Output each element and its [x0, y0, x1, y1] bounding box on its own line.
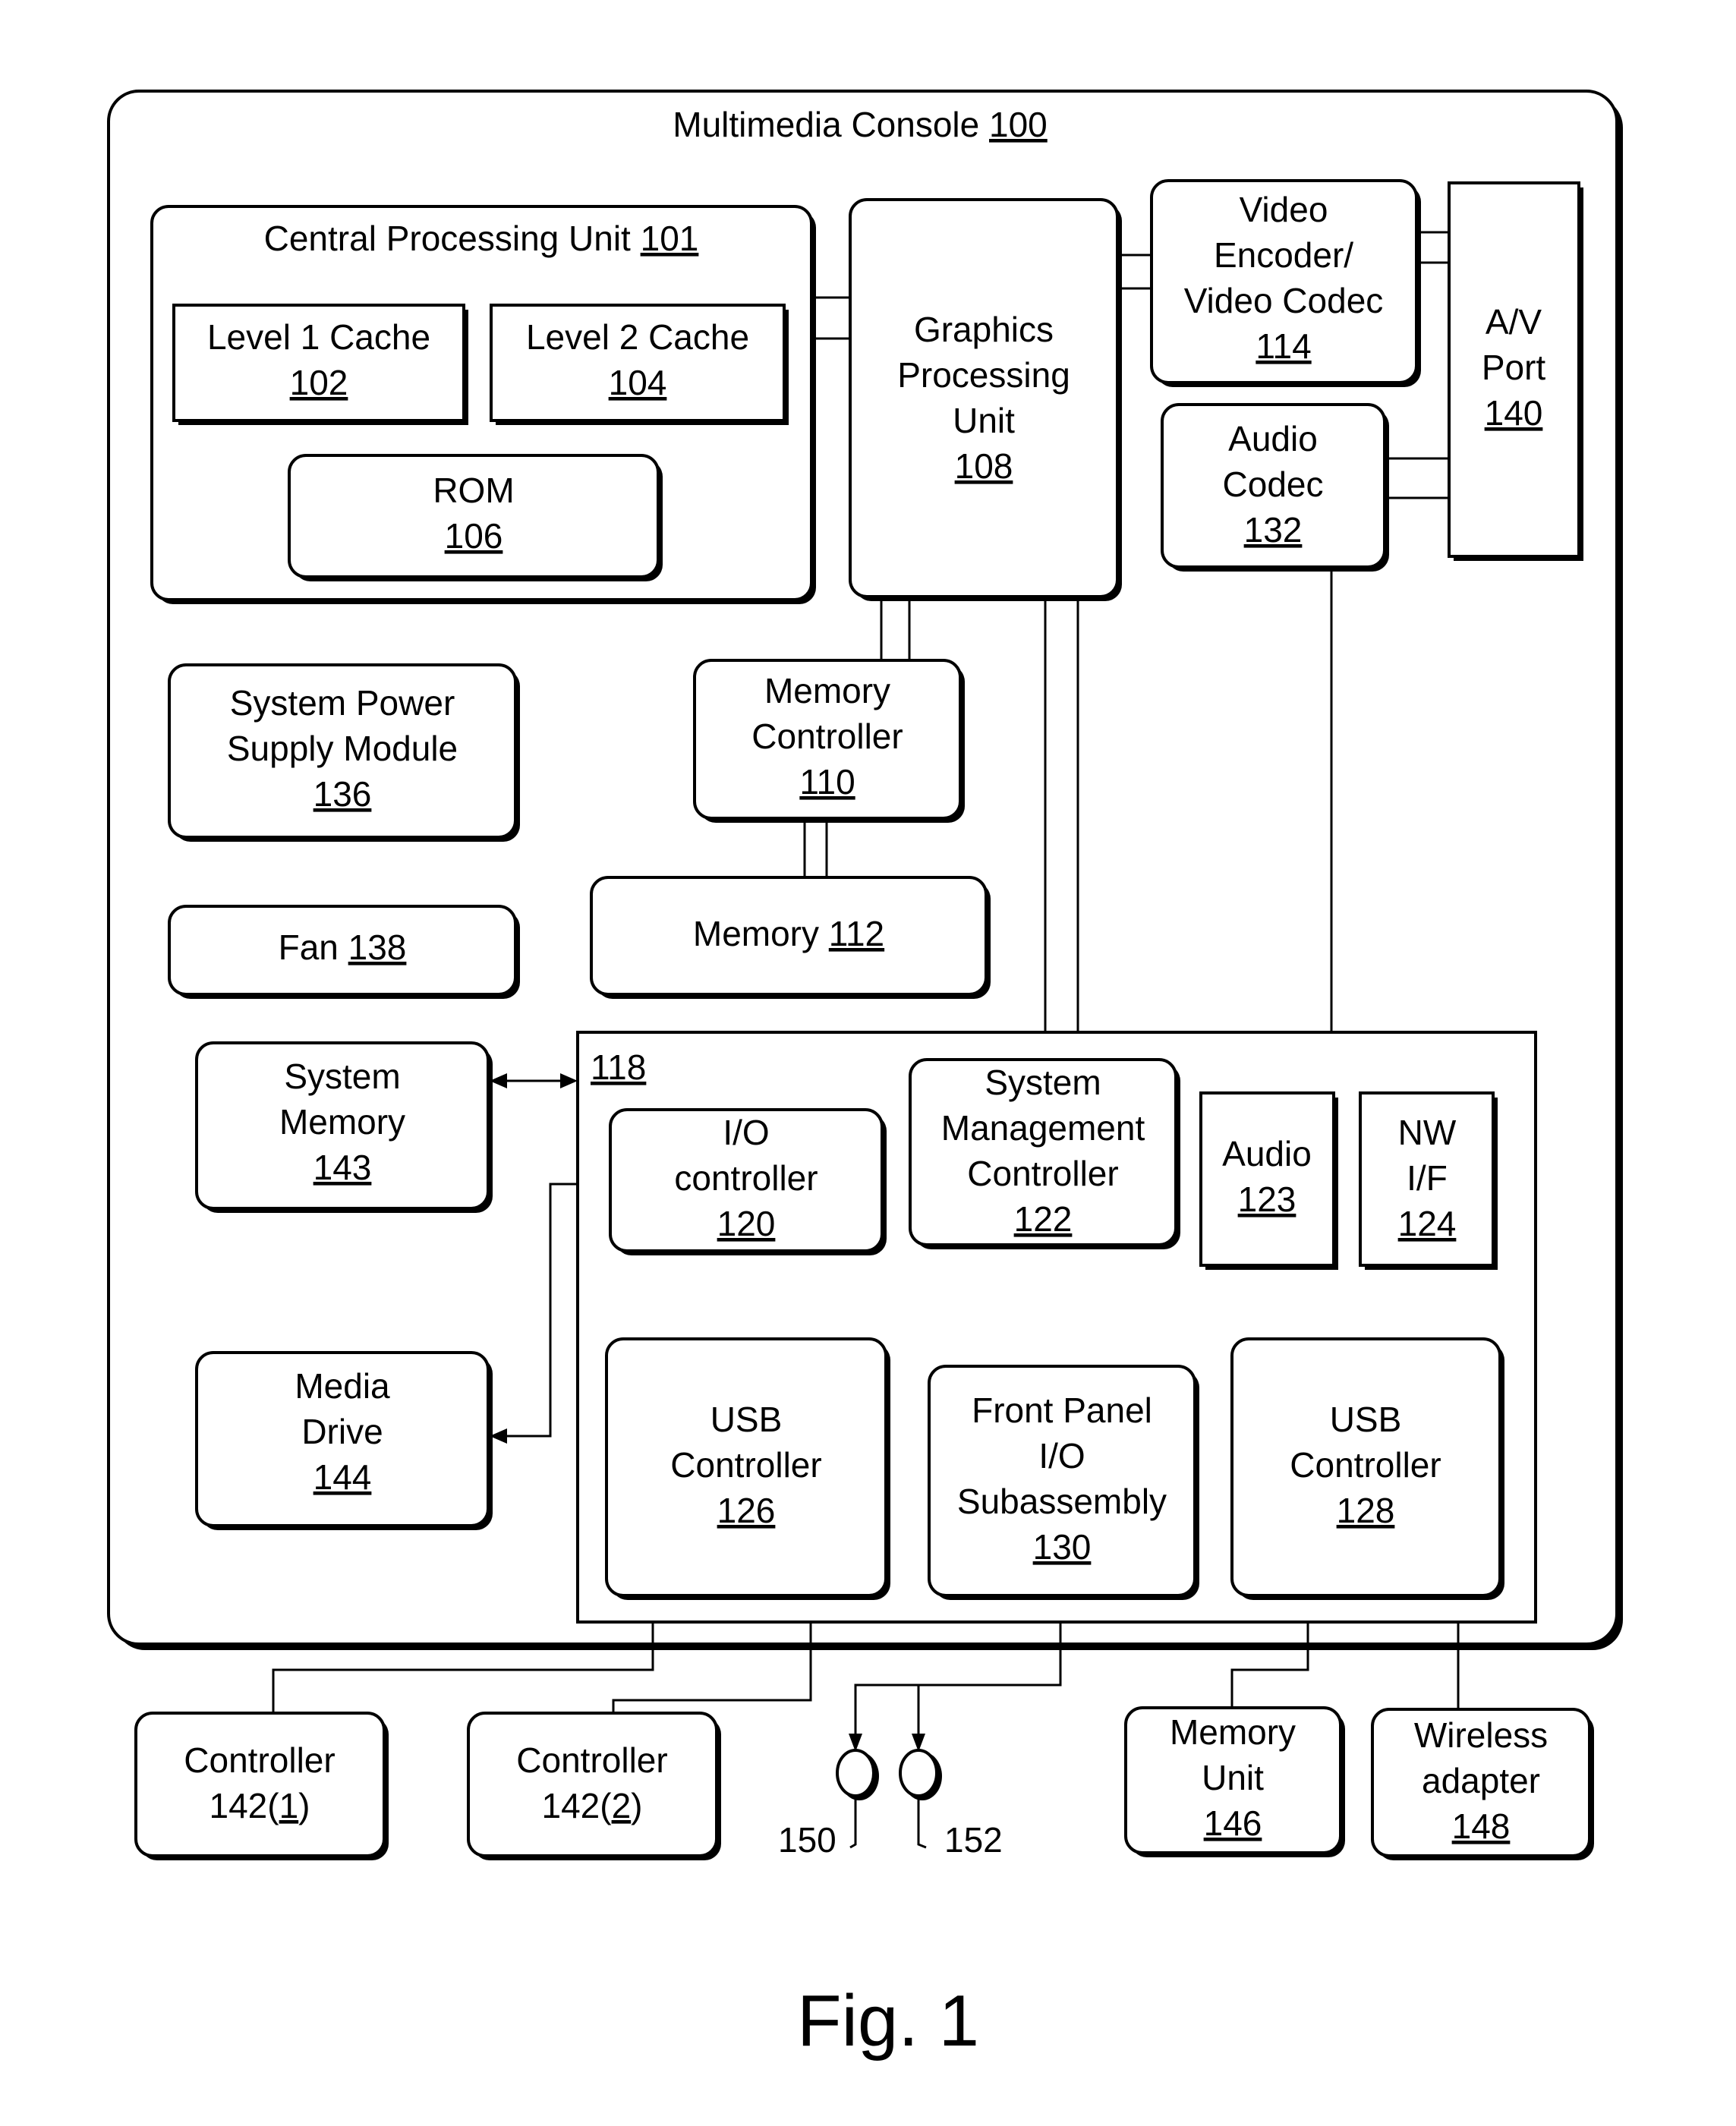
- audio-codec-block: Audio Codec 132: [1161, 403, 1389, 572]
- gpu-label-line3: Unit: [953, 401, 1015, 440]
- system-power-ref: 136: [313, 774, 372, 814]
- l2-cache-block: Level 2 Cache 104: [490, 304, 789, 425]
- memory-controller-line2: Controller: [751, 717, 903, 756]
- system-power-line2: Supply Module: [227, 729, 458, 768]
- memory-block: Memory 112: [590, 876, 991, 999]
- front-panel-block: Front Panel I/O Subassembly 130: [928, 1365, 1199, 1600]
- l2-cache-label: Level 2 Cache: [526, 317, 749, 357]
- av-port-line1: A/V: [1486, 302, 1542, 342]
- video-encoder-ref: 114: [1256, 326, 1311, 366]
- memory-unit-ref: 146: [1204, 1803, 1262, 1843]
- memory-unit-block: Memory Unit 146: [1124, 1706, 1345, 1857]
- av-port-line2: Port: [1482, 348, 1546, 387]
- cpu-label: Central Processing Unit 101: [264, 219, 699, 258]
- memory-unit-line1: Memory: [1170, 1712, 1296, 1752]
- l1-cache-label: Level 1 Cache: [207, 317, 430, 357]
- fan-block: Fan 138: [168, 905, 520, 999]
- indicator-150: 150: [778, 1749, 879, 1860]
- audio-codec-line2: Codec: [1223, 465, 1324, 504]
- media-drive-line1: Media: [295, 1366, 390, 1406]
- subsystem-ref: 118: [591, 1047, 646, 1087]
- media-drive-line2: Drive: [301, 1412, 383, 1451]
- wireless-adapter-line1: Wireless: [1414, 1715, 1548, 1755]
- rom-block: ROM 106: [288, 454, 663, 581]
- front-panel-line2: I/O: [1038, 1436, 1085, 1476]
- usb-128-line1: USB: [1330, 1400, 1402, 1439]
- video-encoder-block: Video Encoder/ Video Codec 114: [1150, 179, 1421, 387]
- memory-controller-block: Memory Controller 110: [693, 659, 965, 823]
- video-encoder-line3: Video Codec: [1184, 281, 1384, 320]
- system-mgmt-ref: 122: [1014, 1199, 1073, 1239]
- system-management-block: System Management Controller 122: [909, 1058, 1180, 1249]
- nw-if-line1: NW: [1398, 1113, 1457, 1152]
- wireless-adapter-ref: 148: [1452, 1806, 1511, 1846]
- l1-cache-block: Level 1 Cache 102: [172, 304, 468, 425]
- l1-cache-ref: 102: [290, 363, 348, 402]
- system-memory-block: System Memory 143: [195, 1041, 493, 1213]
- audio-codec-line1: Audio: [1228, 419, 1318, 458]
- usb-126-line2: Controller: [670, 1445, 821, 1485]
- audio-codec-ref: 132: [1244, 510, 1303, 550]
- usb-126-ref: 126: [717, 1491, 776, 1530]
- usb-controller-126-block: USB Controller 126: [605, 1337, 890, 1600]
- rom-ref: 106: [445, 516, 503, 556]
- media-drive-ref: 144: [313, 1457, 372, 1497]
- gpu-ref: 108: [955, 446, 1013, 486]
- wireless-adapter-line2: adapter: [1422, 1761, 1540, 1800]
- front-panel-line3: Subassembly: [957, 1482, 1167, 1521]
- memory-controller-ref: 110: [799, 762, 855, 802]
- indicator-152-ref: 152: [944, 1820, 1003, 1860]
- l2-cache-ref: 104: [609, 363, 667, 402]
- system-memory-line2: Memory: [279, 1102, 405, 1142]
- io-controller-line2: controller: [674, 1158, 818, 1198]
- front-panel-ref: 130: [1033, 1527, 1092, 1567]
- controller-2-ref: 142(2): [542, 1786, 643, 1825]
- usb-128-line2: Controller: [1290, 1445, 1441, 1485]
- memory-label: Memory 112: [693, 914, 884, 953]
- gpu-label-line2: Processing: [897, 355, 1070, 395]
- system-mgmt-line2: Management: [941, 1108, 1145, 1148]
- av-port-block: A/V Port 140: [1448, 181, 1583, 561]
- system-memory-line1: System: [284, 1057, 400, 1096]
- io-controller-block: I/O controller 120: [609, 1108, 887, 1255]
- block-diagram: Multimedia Console 100 Central Processin…: [107, 90, 1623, 2061]
- system-mgmt-line1: System: [985, 1063, 1101, 1102]
- controller-2-block: Controller 142(2): [467, 1712, 721, 1860]
- memory-controller-line1: Memory: [764, 671, 890, 710]
- controller-1-label: Controller: [184, 1740, 335, 1780]
- gpu-block: Graphics Processing Unit 108: [849, 198, 1122, 601]
- video-encoder-line2: Encoder/: [1214, 235, 1353, 275]
- system-memory-ref: 143: [313, 1148, 372, 1187]
- nw-if-ref: 124: [1398, 1204, 1457, 1243]
- usb-controller-128-block: USB Controller 128: [1230, 1337, 1504, 1600]
- audio-label: Audio: [1222, 1134, 1312, 1173]
- front-panel-line1: Front Panel: [972, 1391, 1152, 1430]
- usb-126-line1: USB: [710, 1400, 783, 1439]
- system-mgmt-line3: Controller: [967, 1154, 1118, 1193]
- figure-caption: Fig. 1: [797, 1980, 979, 2061]
- system-power-block: System Power Supply Module 136: [168, 663, 520, 842]
- usb-128-ref: 128: [1337, 1491, 1395, 1530]
- controller-1-block: Controller 142(1): [134, 1712, 389, 1860]
- controller-2-label: Controller: [516, 1740, 667, 1780]
- nw-if-block: NW I/F 124: [1359, 1091, 1498, 1270]
- wireless-adapter-block: Wireless adapter 148: [1371, 1708, 1594, 1860]
- media-drive-block: Media Drive 144: [195, 1351, 493, 1530]
- nw-if-line2: I/F: [1407, 1158, 1448, 1198]
- av-port-ref: 140: [1485, 393, 1543, 433]
- fan-label: Fan 138: [279, 928, 407, 967]
- rom-label: ROM: [433, 471, 514, 510]
- indicator-152: 152: [899, 1749, 1003, 1860]
- io-controller-ref: 120: [717, 1204, 776, 1243]
- audio-ref: 123: [1238, 1180, 1296, 1219]
- video-encoder-line1: Video: [1240, 190, 1328, 229]
- gpu-label-line1: Graphics: [914, 310, 1054, 349]
- indicator-150-ref: 150: [778, 1820, 836, 1860]
- audio-block: Audio 123: [1199, 1091, 1338, 1270]
- console-title: Multimedia Console 100: [673, 105, 1048, 144]
- system-power-line1: System Power: [230, 683, 455, 723]
- io-controller-line1: I/O: [723, 1113, 769, 1152]
- controller-1-ref: 142(1): [210, 1786, 310, 1825]
- memory-unit-line2: Unit: [1202, 1758, 1264, 1797]
